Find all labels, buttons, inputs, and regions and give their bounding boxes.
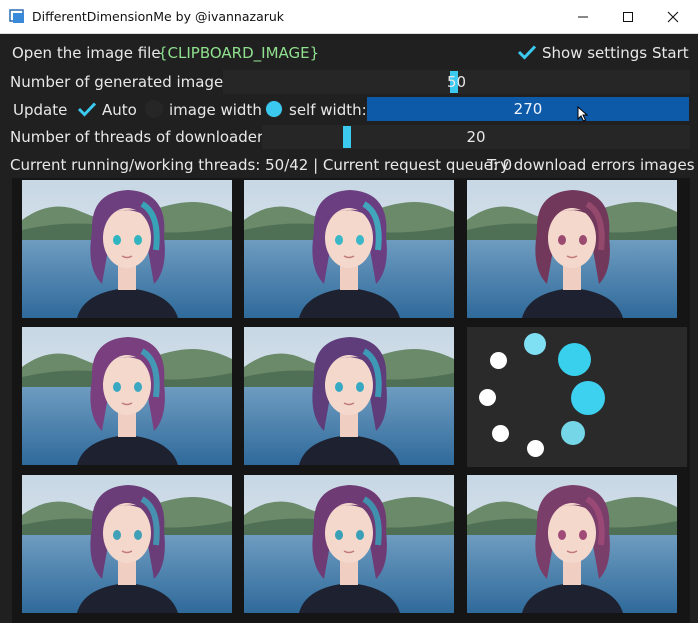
- generated-image-thumbnail[interactable]: [244, 327, 454, 465]
- file-path-value: {CLIPBOARD_IMAGE}: [158, 44, 320, 62]
- portrait-image: [22, 475, 232, 613]
- radio-selected-dot: [266, 101, 282, 117]
- self-width-input[interactable]: 270: [367, 97, 689, 122]
- update-button[interactable]: Update: [13, 101, 67, 119]
- generated-image-thumbnail[interactable]: [22, 180, 232, 318]
- generated-images-label: Number of generated images: [10, 73, 232, 91]
- title-bar: DifferentDimensionMe by @ivannazaruk: [0, 0, 698, 34]
- self-width-label[interactable]: self width:: [289, 101, 367, 119]
- minimize-icon: [578, 16, 588, 17]
- generated-image-thumbnail[interactable]: [22, 327, 232, 465]
- self-width-value: 270: [513, 100, 543, 118]
- loading-spinner-icon: [467, 327, 687, 467]
- generated-image-thumbnail[interactable]: [467, 475, 677, 613]
- image-grid: [12, 178, 690, 623]
- generated-images-value: 50: [446, 73, 467, 91]
- image-width-radio[interactable]: [145, 100, 163, 118]
- maximize-button[interactable]: [605, 0, 651, 33]
- status-text: Current running/working threads: 50/42 |…: [10, 156, 513, 174]
- loading-cell: [467, 327, 687, 467]
- portrait-image: [244, 327, 454, 465]
- threads-value: 20: [466, 128, 486, 146]
- maximize-icon: [623, 11, 633, 22]
- threads-label: Number of threads of downloaders: [10, 128, 271, 146]
- generated-image-thumbnail[interactable]: [22, 475, 232, 613]
- generated-image-thumbnail[interactable]: [467, 180, 677, 318]
- generated-image-thumbnail[interactable]: [244, 180, 454, 318]
- window-title: DifferentDimensionMe by @ivannazaruk: [32, 9, 285, 24]
- start-button[interactable]: Start: [652, 44, 689, 62]
- open-file-button[interactable]: Open the image file: [12, 44, 161, 62]
- show-settings-checkbox[interactable]: [517, 43, 537, 61]
- portrait-image: [244, 475, 454, 613]
- generated-image-thumbnail[interactable]: [244, 475, 454, 613]
- portrait-image: [467, 180, 677, 318]
- image-width-label[interactable]: image width: [169, 101, 262, 119]
- retry-errors-button[interactable]: Try download errors images: [487, 156, 695, 174]
- mouse-cursor-icon: [577, 106, 589, 122]
- portrait-image: [22, 180, 232, 318]
- portrait-image: [244, 180, 454, 318]
- close-button[interactable]: [650, 0, 696, 33]
- show-settings-label[interactable]: Show settings: [542, 44, 647, 62]
- checkmark-icon: [517, 45, 537, 60]
- self-width-radio[interactable]: [265, 100, 283, 118]
- minimize-button[interactable]: [560, 0, 606, 33]
- portrait-image: [467, 475, 677, 613]
- app-icon: [9, 9, 24, 23]
- auto-checkbox[interactable]: [77, 100, 97, 118]
- portrait-image: [22, 327, 232, 465]
- generated-images-slider[interactable]: 50: [223, 70, 690, 94]
- checkmark-icon: [77, 102, 97, 117]
- app-window: DifferentDimensionMe by @ivannazaruk Ope…: [0, 0, 698, 623]
- close-icon: [667, 11, 679, 22]
- threads-slider[interactable]: 20: [262, 125, 690, 149]
- auto-label[interactable]: Auto: [102, 101, 137, 119]
